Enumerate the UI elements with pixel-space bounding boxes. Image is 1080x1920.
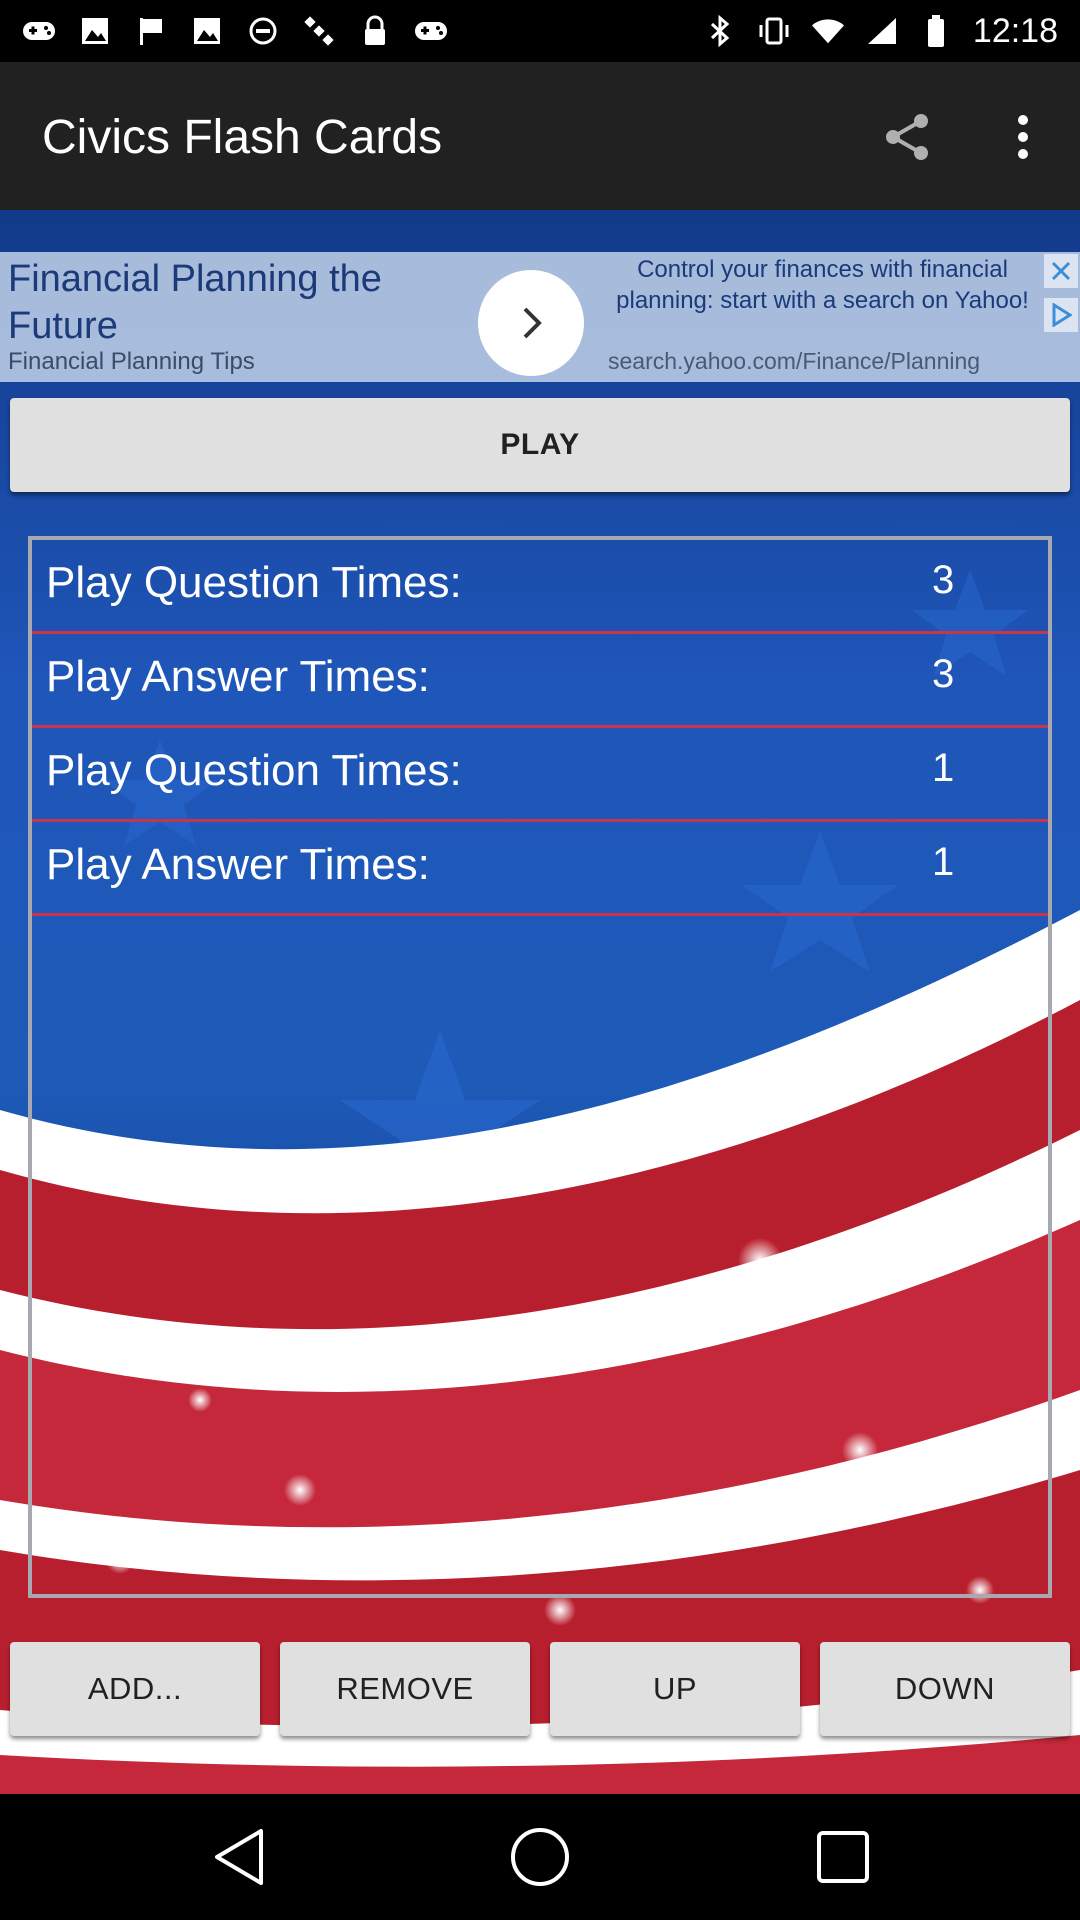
add-button[interactable]: ADD... (10, 1642, 260, 1736)
list-item[interactable]: Play Answer Times: 1 (32, 822, 1048, 916)
remove-button[interactable]: REMOVE (280, 1642, 530, 1736)
more-vert-icon[interactable] (988, 102, 1058, 172)
list-item-value: 1 (932, 746, 955, 790)
vibrate-icon (757, 14, 791, 48)
bluetooth-icon (703, 14, 737, 48)
ad-subline[interactable]: Financial Planning Tips (8, 348, 255, 376)
down-button[interactable]: DOWN (820, 1642, 1070, 1736)
gamepad-icon (414, 14, 448, 48)
satellite-icon (302, 14, 336, 48)
list-item-value: 1 (932, 840, 955, 884)
chevron-right-icon[interactable] (478, 270, 584, 376)
main-content: Financial Planning the Future Financial … (0, 210, 1080, 1794)
list-item-label: Play Answer Times: (46, 840, 430, 889)
share-icon[interactable] (872, 102, 942, 172)
ad-banner[interactable]: Financial Planning the Future Financial … (0, 252, 1080, 382)
gamepad-icon (22, 14, 56, 48)
page-title: Civics Flash Cards (42, 111, 443, 164)
list-item[interactable]: Play Question Times: 3 (32, 540, 1048, 634)
status-bar: 12:18 (0, 0, 1080, 62)
signal-icon (865, 14, 899, 48)
list-item[interactable]: Play Answer Times: 3 (32, 634, 1048, 728)
back-icon[interactable] (202, 1820, 276, 1894)
list-item[interactable]: Play Question Times: 1 (32, 728, 1048, 822)
ad-description[interactable]: Control your finances with financial pla… (600, 254, 1045, 316)
play-button[interactable]: PLAY (10, 398, 1070, 492)
image-icon (78, 14, 112, 48)
ad-url[interactable]: search.yahoo.com/Finance/Planning (608, 348, 980, 375)
navigation-bar (0, 1794, 1080, 1920)
list-item-label: Play Question Times: (46, 746, 462, 795)
settings-list: Play Question Times: 3 Play Answer Times… (28, 536, 1052, 1598)
battery-icon (919, 14, 953, 48)
system-icons: 12:18 (703, 10, 1058, 52)
flag-icon (134, 14, 168, 48)
do-not-disturb-icon (246, 14, 280, 48)
list-item-value: 3 (932, 558, 955, 602)
image-icon (190, 14, 224, 48)
list-item-value: 3 (932, 652, 955, 696)
list-item-label: Play Question Times: (46, 558, 462, 607)
notification-icons (22, 10, 448, 52)
ad-choices-icon[interactable] (1044, 298, 1078, 332)
lock-icon (358, 14, 392, 48)
ad-headline[interactable]: Financial Planning the Future (8, 256, 458, 350)
up-button[interactable]: UP (550, 1642, 800, 1736)
clock: 12:18 (972, 11, 1058, 50)
app-bar: Civics Flash Cards (0, 62, 1080, 210)
close-icon[interactable] (1044, 254, 1078, 288)
list-item-label: Play Answer Times: (46, 652, 430, 701)
home-icon[interactable] (503, 1820, 577, 1894)
recents-icon[interactable] (806, 1820, 880, 1894)
wifi-icon (811, 14, 845, 48)
